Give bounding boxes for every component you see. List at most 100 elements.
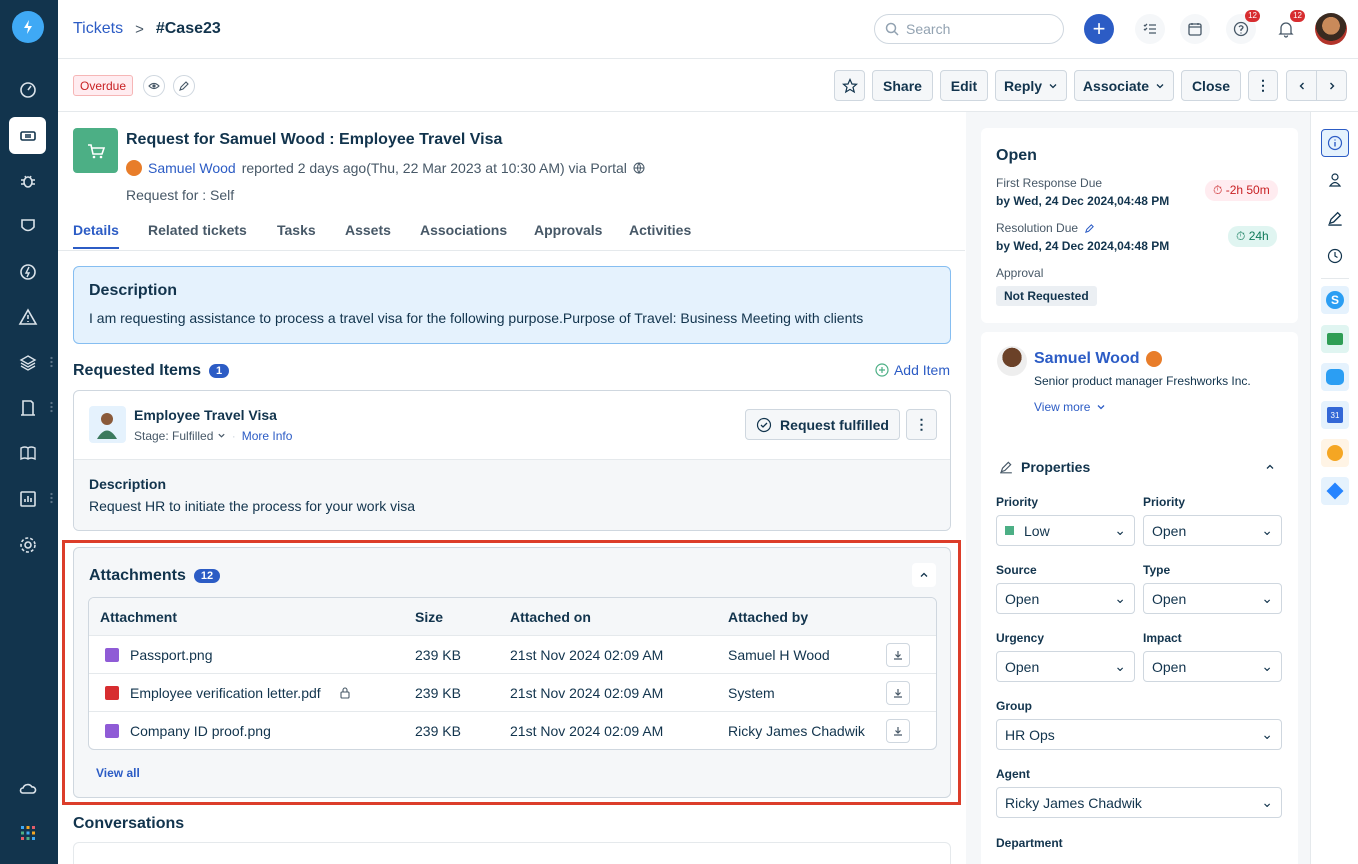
priority-select[interactable]: Low ⌄ xyxy=(996,515,1135,546)
tab-associations[interactable]: Associations xyxy=(420,222,507,238)
jira-diamond-icon[interactable] xyxy=(1321,477,1349,505)
impact-label: Impact xyxy=(1143,631,1182,645)
more-info-link[interactable]: More Info xyxy=(242,429,293,443)
settings-gear-icon[interactable] xyxy=(9,526,46,563)
edit-button[interactable]: Edit xyxy=(940,70,988,101)
breadcrumb-tickets-link[interactable]: Tickets xyxy=(73,20,123,38)
item-more-button[interactable]: ⋮ xyxy=(906,409,937,440)
notifications-bell-icon[interactable]: 12 xyxy=(1271,10,1305,44)
tab-activities[interactable]: Activities xyxy=(629,222,691,238)
download-button[interactable] xyxy=(886,681,910,705)
table-row[interactable]: Employee verification letter.pdf 239 KB … xyxy=(89,674,936,712)
download-button[interactable] xyxy=(886,719,910,743)
agent-select[interactable]: Ricky James Chadwik ⌄ xyxy=(996,787,1282,818)
inventory-icon[interactable] xyxy=(9,389,46,426)
item-stage-dropdown[interactable]: Stage: Fulfilled xyxy=(134,429,226,443)
calendar-app-icon[interactable]: 31 xyxy=(1321,401,1349,429)
tab-assets[interactable]: Assets xyxy=(345,222,391,238)
skype-icon[interactable]: S xyxy=(1321,286,1349,314)
ticket-tabs: Details Related tickets Tasks Assets Ass… xyxy=(58,220,965,251)
prev-ticket-button[interactable] xyxy=(1286,70,1317,101)
favorite-star-button[interactable] xyxy=(834,70,865,101)
solutions-book-icon[interactable] xyxy=(9,434,46,471)
status-value: Open xyxy=(996,147,1037,164)
check-circle-icon xyxy=(756,417,772,432)
dashboard-icon[interactable] xyxy=(9,71,46,108)
tab-related-tickets[interactable]: Related tickets xyxy=(148,222,247,238)
group-label: Group xyxy=(996,699,1032,713)
urgency-select[interactable]: Open ⌄ xyxy=(996,651,1135,682)
chevron-left-icon xyxy=(1299,82,1304,89)
contact-name-link[interactable]: Samuel Wood xyxy=(1034,350,1140,368)
cloud-icon[interactable] xyxy=(9,769,46,806)
requester-link[interactable]: Samuel Wood xyxy=(148,160,236,176)
right-panel: Open First Response Due by Wed, 24 Dec 2… xyxy=(966,112,1310,864)
edit-pencil-icon[interactable] xyxy=(1084,223,1095,234)
overdue-badge: Overdue xyxy=(73,75,134,96)
file-name[interactable]: Passport.png xyxy=(130,647,213,663)
chevron-up-icon[interactable] xyxy=(1265,462,1275,472)
type-select[interactable]: Open ⌄ xyxy=(1143,583,1282,614)
request-fulfilled-button[interactable]: Request fulfilled xyxy=(745,409,900,440)
attached-on: 21st Nov 2024 02:09 AM xyxy=(510,685,664,701)
reply-button[interactable]: Reply xyxy=(995,70,1067,101)
alerts-warning-icon[interactable] xyxy=(9,298,46,335)
item-thumbnail xyxy=(89,406,126,443)
new-plus-button[interactable]: + xyxy=(1084,14,1114,44)
table-row[interactable]: Passport.png 239 KB 21st Nov 2024 02:09 … xyxy=(89,636,936,674)
add-item-button[interactable]: Add Item xyxy=(875,362,950,378)
search-placeholder: Search xyxy=(906,21,951,37)
next-ticket-button[interactable] xyxy=(1316,70,1347,101)
user-avatar[interactable] xyxy=(1315,13,1347,45)
notes-pencil-icon[interactable] xyxy=(1321,204,1349,232)
breadcrumb: Tickets > #Case23 xyxy=(73,20,221,38)
info-icon[interactable] xyxy=(1321,129,1349,157)
share-button[interactable]: Share xyxy=(872,70,933,101)
table-row[interactable]: Company ID proof.png 239 KB 21st Nov 202… xyxy=(89,712,936,749)
chevron-down-icon: ⌄ xyxy=(1114,658,1126,674)
tab-approvals[interactable]: Approvals xyxy=(534,222,602,238)
tab-details[interactable]: Details xyxy=(73,222,119,249)
chevron-up-icon xyxy=(920,572,928,577)
source-select[interactable]: Open ⌄ xyxy=(996,583,1135,614)
integration-orange-icon[interactable] xyxy=(1321,439,1349,467)
view-all-link[interactable]: View all xyxy=(96,766,140,780)
impact-select[interactable]: Open ⌄ xyxy=(1143,651,1282,682)
requester-person-icon[interactable] xyxy=(1321,166,1349,194)
app-switcher-grid-icon[interactable] xyxy=(9,814,46,851)
calendar-icon[interactable] xyxy=(1180,14,1210,44)
group-select[interactable]: HR Ops ⌄ xyxy=(996,719,1282,750)
first-response-sla-badge: ⏱ -2h 50m xyxy=(1205,180,1278,201)
search-input[interactable]: Search xyxy=(874,14,1064,44)
problems-bug-icon[interactable] xyxy=(9,162,46,199)
todo-list-icon[interactable] xyxy=(1135,14,1165,44)
download-button[interactable] xyxy=(886,643,910,667)
assets-layers-icon[interactable] xyxy=(9,344,46,381)
globe-icon xyxy=(633,162,645,174)
source-label: Source xyxy=(996,563,1037,577)
priority-2-select[interactable]: Open ⌄ xyxy=(1143,515,1282,546)
edit-pencil-icon[interactable] xyxy=(173,75,195,97)
time-clock-icon[interactable] xyxy=(1321,242,1349,270)
file-name[interactable]: Employee verification letter.pdf xyxy=(130,685,321,701)
file-name[interactable]: Company ID proof.png xyxy=(130,723,271,739)
associate-button[interactable]: Associate xyxy=(1074,70,1174,101)
watch-eye-icon[interactable] xyxy=(143,75,165,97)
more-kebab-button[interactable]: ⋮ xyxy=(1248,70,1278,101)
meet-video-icon[interactable] xyxy=(1321,325,1349,353)
contact-role: Senior product manager Freshworks Inc. xyxy=(1034,374,1251,388)
chat-bubble-icon[interactable] xyxy=(1321,363,1349,391)
view-more-link[interactable]: View more xyxy=(1034,400,1106,414)
reports-chart-icon[interactable] xyxy=(9,480,46,517)
inventory-more-icon xyxy=(50,401,53,413)
attachments-header: Attachments 12 xyxy=(89,567,221,585)
help-icon[interactable]: 12 xyxy=(1226,10,1260,44)
tickets-icon[interactable] xyxy=(9,117,46,154)
close-ticket-button[interactable]: Close xyxy=(1181,70,1241,101)
collapse-button[interactable] xyxy=(912,563,936,587)
changes-shield-icon[interactable] xyxy=(9,207,46,244)
releases-bolt-icon[interactable] xyxy=(9,253,46,290)
freshservice-logo-icon[interactable] xyxy=(12,11,44,43)
tab-tasks[interactable]: Tasks xyxy=(277,222,316,238)
chevron-down-icon xyxy=(1156,83,1164,88)
